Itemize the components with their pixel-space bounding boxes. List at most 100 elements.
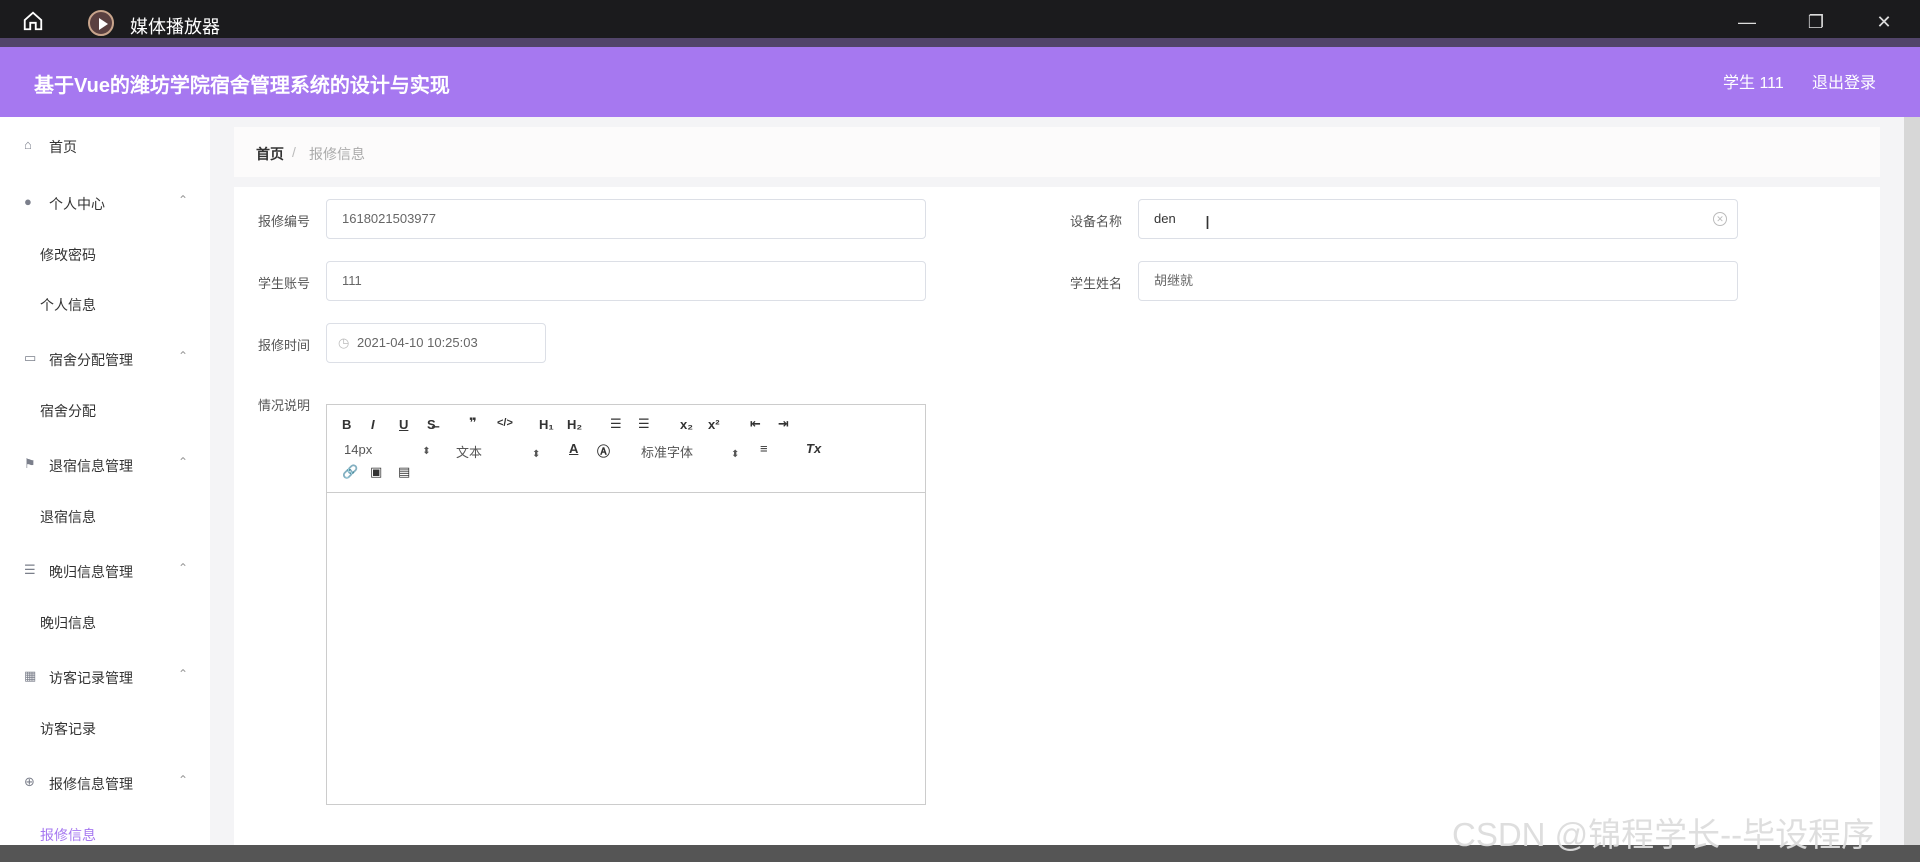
heading2-icon[interactable]: H₂	[567, 417, 582, 432]
student-account-input[interactable]: 111	[326, 261, 926, 301]
repair-no-label: 报修编号	[258, 214, 311, 229]
flag-icon: ⚑	[24, 456, 36, 471]
current-user: 学生 111	[1723, 75, 1784, 92]
clear-format-icon[interactable]: Tx	[806, 441, 821, 456]
system-title: 基于Vue的潍坊学院宿舍管理系统的设计与实现	[34, 75, 450, 97]
sidebar-group-dorm-assign[interactable]: ▭ 宿舍分配管理 ⌃	[0, 343, 210, 373]
text-style-select[interactable]: 文本 ⬍	[456, 442, 540, 461]
link-icon[interactable]: 🔗	[342, 464, 358, 480]
sliders-icon: ☰	[24, 562, 36, 577]
image-icon[interactable]: ▣	[370, 464, 382, 480]
indent-icon[interactable]: ⇥	[778, 416, 789, 432]
student-name-input[interactable]: 胡继就	[1138, 261, 1738, 301]
breadcrumb: 首页 / 报修信息	[234, 127, 1880, 177]
font-family-select[interactable]: 标准字体 ⬍	[641, 442, 739, 461]
sidebar-item-personal-info[interactable]: 个人信息	[40, 295, 96, 315]
sidebar-item-dorm-assign[interactable]: 宿舍分配	[40, 401, 96, 421]
chat-icon: ▭	[24, 350, 37, 365]
bullet-list-icon[interactable]: ☰	[638, 416, 650, 432]
grid-icon: ▦	[24, 668, 37, 683]
repair-time-value: 2021-04-10 10:25:03	[357, 335, 478, 350]
outdent-icon[interactable]: ⇤	[750, 416, 761, 432]
sidebar-item-repair-info[interactable]: 报修信息	[40, 825, 96, 845]
breadcrumb-home[interactable]: 首页	[256, 144, 284, 164]
sidebar-group-label: 宿舍分配管理	[49, 352, 133, 368]
italic-icon[interactable]: I	[371, 417, 375, 432]
minimize-button[interactable]: —	[1737, 12, 1757, 32]
close-button[interactable]: ✕	[1874, 12, 1894, 32]
chevron-up-icon: ⌃	[178, 561, 189, 575]
clear-icon[interactable]: ✕	[1713, 212, 1727, 226]
video-icon[interactable]: ▤	[398, 464, 410, 480]
blockquote-icon[interactable]: ❞	[469, 415, 477, 431]
app-header: 基于Vue的潍坊学院宿舍管理系统的设计与实现 学生 111 退出登录	[0, 47, 1920, 117]
sidebar-group-personal[interactable]: ● 个人中心 ⌃	[0, 187, 210, 217]
editor-toolbar: B I U S̶ ❞ </> H₁ H₂ ☰ ☰ x₂ x² ⇤ ⇥ 14px ⬍…	[327, 405, 925, 493]
sidebar-group-visitor[interactable]: ▦ 访客记录管理 ⌃	[0, 661, 210, 691]
underline-icon[interactable]: U	[399, 417, 408, 432]
sidebar-group-checkout[interactable]: ⚑ 退宿信息管理 ⌃	[0, 449, 210, 479]
watermark: CSDN @锦程学长--毕设程序	[1452, 816, 1875, 853]
sidebar-group-late-return[interactable]: ☰ 晚归信息管理 ⌃	[0, 555, 210, 585]
window-title: 媒体播放器	[130, 17, 220, 37]
heading1-icon[interactable]: H₁	[539, 417, 554, 432]
crosshair-icon: ⊕	[24, 774, 35, 789]
repair-time-label: 报修时间	[258, 338, 311, 353]
align-icon[interactable]: ≡	[760, 441, 768, 456]
strikethrough-icon[interactable]: S̶	[427, 417, 436, 432]
page-scrollbar[interactable]	[1904, 117, 1920, 845]
ordered-list-icon[interactable]: ☰	[610, 416, 622, 432]
chevron-up-icon: ⌃	[178, 667, 189, 681]
background-color-icon[interactable]: Ⓐ	[597, 441, 610, 460]
sidebar: ⌂ 首页 ● 个人中心 ⌃ 修改密码 个人信息 ▭ 宿舍分配管理 ⌃ 宿舍分配 …	[0, 117, 210, 845]
font-size-select[interactable]: 14px ⬍	[344, 442, 431, 457]
user-icon: ●	[24, 194, 32, 209]
sidebar-item-home[interactable]: ⌂ 首页	[0, 130, 210, 160]
sidebar-group-label: 访客记录管理	[49, 670, 133, 686]
superscript-icon[interactable]: x²	[708, 417, 720, 432]
code-icon[interactable]: </>	[497, 417, 513, 429]
chevron-up-icon: ⌃	[178, 773, 189, 787]
bold-icon[interactable]: B	[342, 417, 351, 432]
window-titlebar: 媒体播放器 — ❐ ✕	[0, 0, 1920, 40]
text-style-value: 文本	[456, 445, 483, 460]
sidebar-item-visitor-record[interactable]: 访客记录	[40, 719, 96, 739]
repair-no-input[interactable]: 1618021503977	[326, 199, 926, 239]
home-icon: ⌂	[24, 137, 32, 152]
font-size-value: 14px	[344, 442, 373, 457]
home-icon[interactable]	[22, 10, 44, 32]
repair-time-picker[interactable]: ◷ 2021-04-10 10:25:03	[326, 323, 546, 363]
restore-button[interactable]: ❐	[1806, 12, 1826, 32]
chevron-up-icon: ⌃	[178, 349, 189, 363]
sidebar-group-repair[interactable]: ⊕ 报修信息管理 ⌃	[0, 767, 210, 797]
chevron-up-icon: ⌃	[178, 193, 189, 207]
student-account-label: 学生账号	[258, 276, 311, 291]
sidebar-item-late-return-info[interactable]: 晚归信息	[40, 613, 96, 633]
sidebar-group-label: 晚归信息管理	[49, 564, 133, 580]
sidebar-group-label: 退宿信息管理	[49, 458, 133, 474]
rich-text-editor: B I U S̶ ❞ </> H₁ H₂ ☰ ☰ x₂ x² ⇤ ⇥ 14px ⬍…	[326, 404, 926, 805]
device-name-value: den	[1154, 211, 1176, 226]
main-content: 首页 / 报修信息 报修编号 1618021503977 设备名称 den ✕ …	[234, 127, 1880, 845]
sidebar-item-checkout-info[interactable]: 退宿信息	[40, 507, 96, 527]
font-family-value: 标准字体	[641, 445, 694, 460]
header-stripe	[0, 38, 1920, 47]
clock-icon: ◷	[338, 335, 350, 350]
text-cursor-icon: I	[1205, 213, 1211, 233]
repair-form: 报修编号 1618021503977 设备名称 den ✕ 学生账号 111 学…	[234, 187, 1880, 845]
font-color-icon[interactable]: A	[569, 441, 578, 456]
sidebar-group-label: 报修信息管理	[49, 776, 133, 792]
sidebar-item-label: 首页	[49, 139, 77, 155]
breadcrumb-current: 报修信息	[309, 146, 365, 162]
student-name-label: 学生姓名	[1070, 276, 1123, 291]
breadcrumb-separator: /	[292, 144, 296, 160]
subscript-icon[interactable]: x₂	[680, 417, 693, 432]
media-player-icon	[88, 10, 114, 36]
sidebar-group-label: 个人中心	[49, 196, 105, 212]
logout-link[interactable]: 退出登录	[1812, 69, 1876, 93]
device-name-input[interactable]: den ✕	[1138, 199, 1738, 239]
device-name-label: 设备名称	[1070, 214, 1123, 229]
description-label: 情况说明	[258, 398, 311, 413]
sidebar-item-change-password[interactable]: 修改密码	[40, 245, 96, 265]
chevron-up-icon: ⌃	[178, 455, 189, 469]
